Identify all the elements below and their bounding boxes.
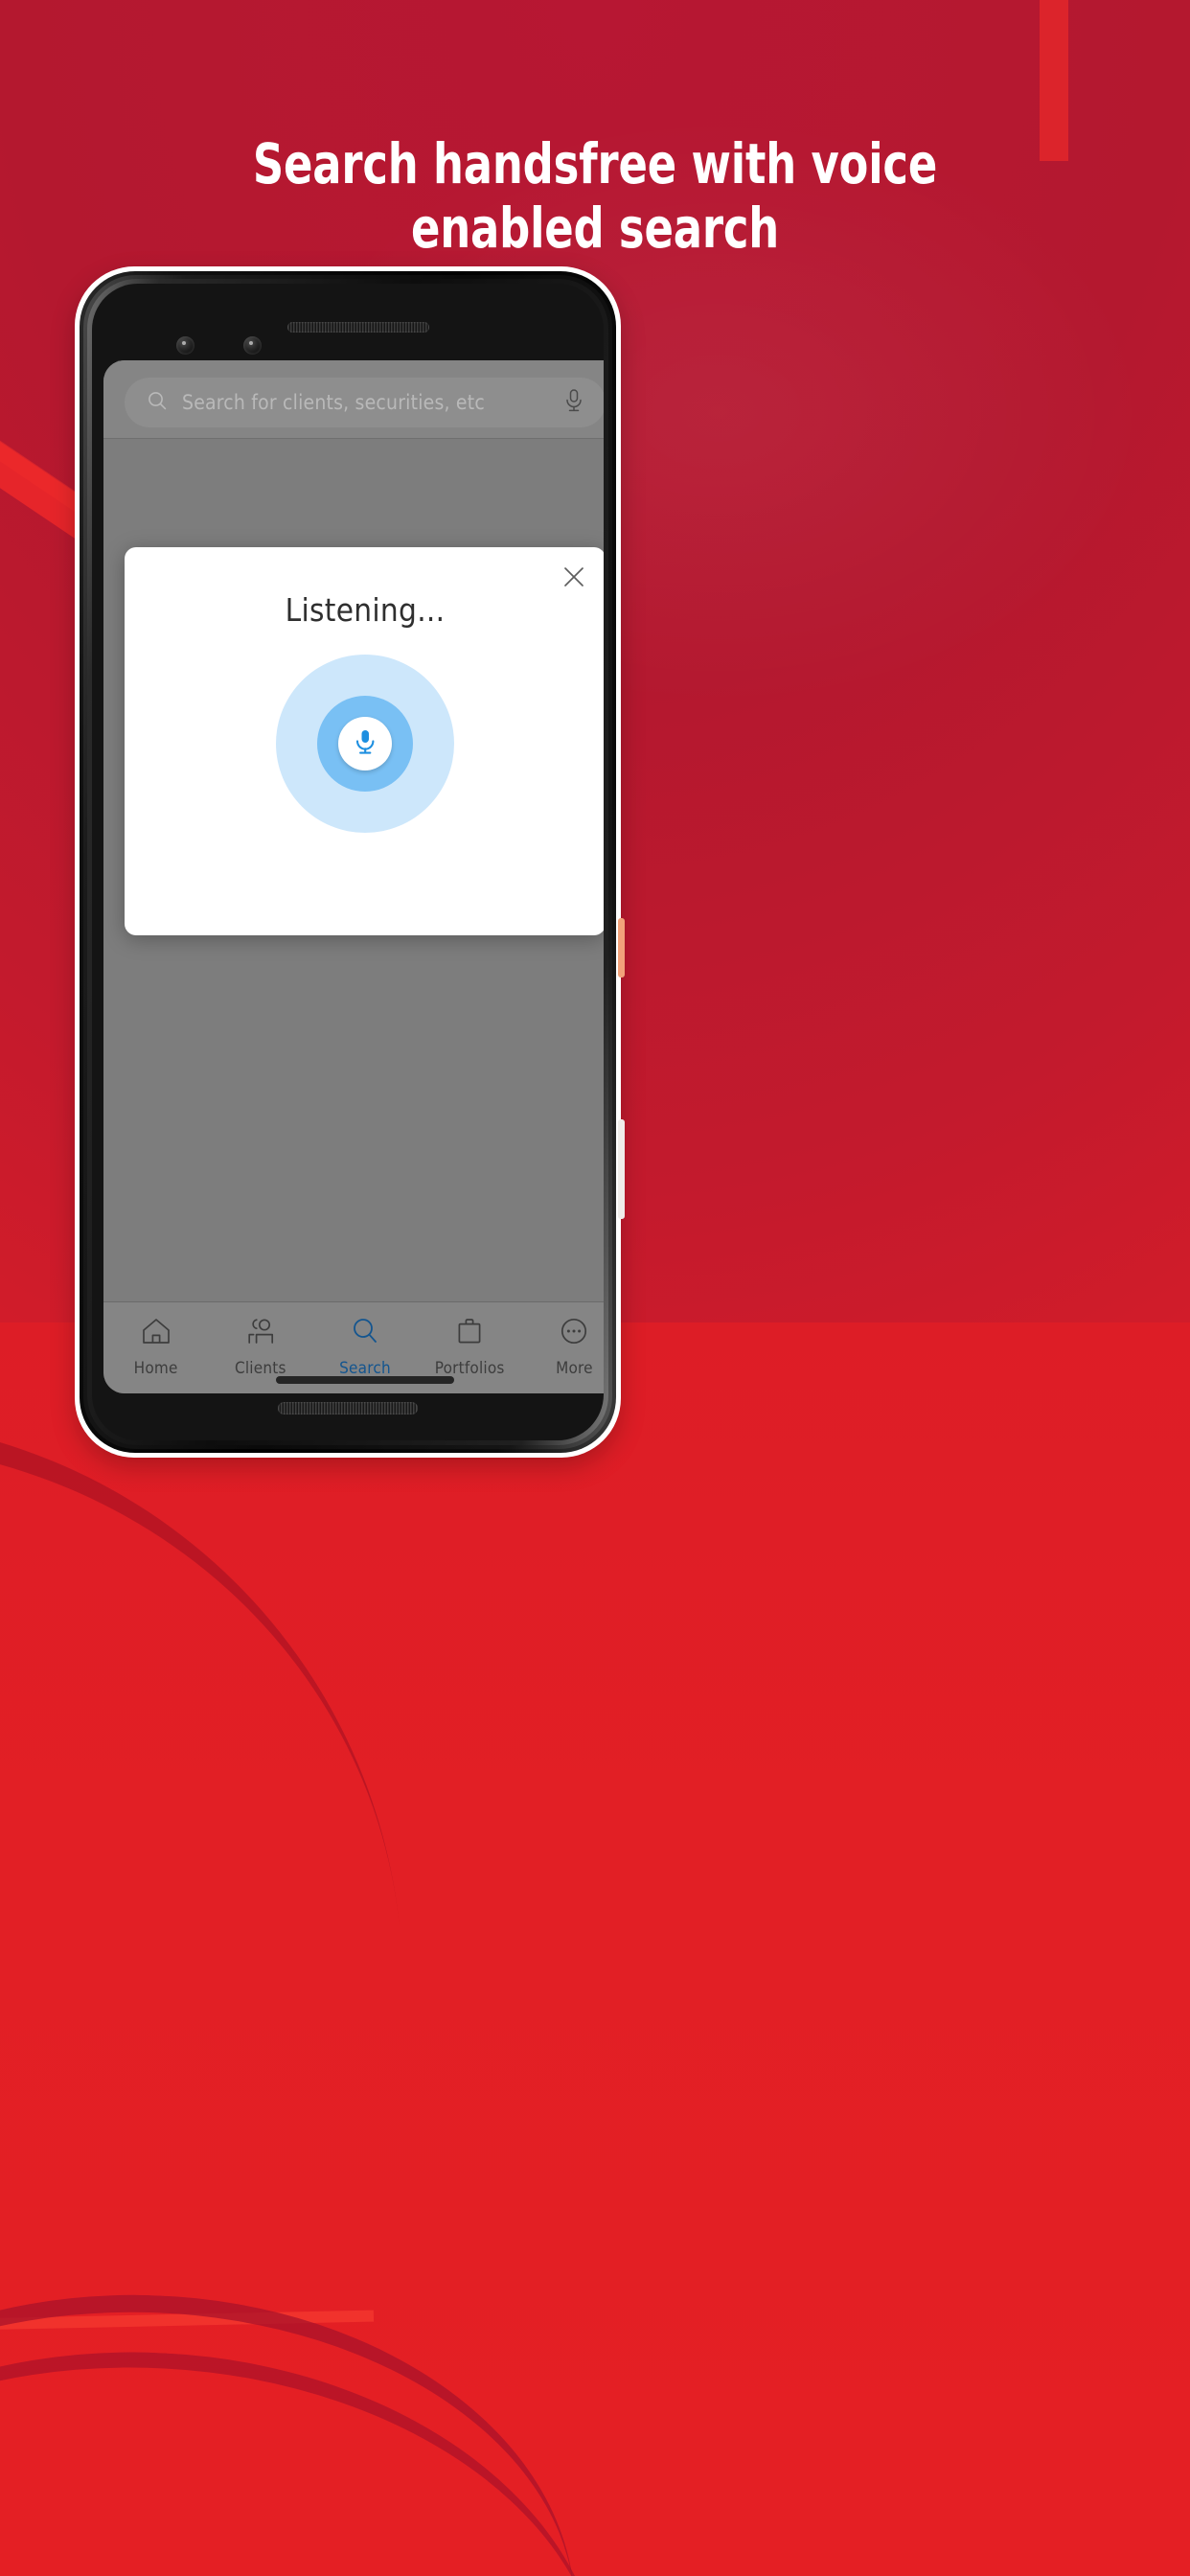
app-header: Search for clients, securities, etc <box>103 360 604 439</box>
ellipsis-icon <box>558 1316 590 1351</box>
nav-label: Home <box>133 1359 178 1378</box>
nav-label: Clients <box>234 1359 286 1378</box>
search-icon <box>349 1316 381 1351</box>
voice-pulse-indicator <box>276 655 454 833</box>
promo-screenshot: Search handsfree with voice enabled sear… <box>0 0 1190 2576</box>
microphone-icon <box>353 727 378 761</box>
nav-label: Search <box>339 1359 391 1378</box>
volume-button[interactable] <box>618 1119 625 1219</box>
phone-bezel-outer: Search for clients, securities, etc List… <box>80 271 616 1453</box>
speaker-grille-icon <box>287 322 429 333</box>
phone-body: Search for clients, securities, etc List… <box>92 284 604 1440</box>
nav-label: Portfolios <box>434 1359 505 1378</box>
nav-item-portfolios[interactable]: Portfolios <box>418 1316 522 1378</box>
camera-sensor-icon <box>243 336 262 355</box>
search-placeholder: Search for clients, securities, etc <box>182 391 485 414</box>
voice-listening-dialog: Listening... <box>125 547 604 935</box>
search-input[interactable]: Search for clients, securities, etc <box>125 378 604 427</box>
phone-bezel-mid: Search for clients, securities, etc List… <box>83 275 612 1449</box>
briefcase-icon <box>453 1316 486 1351</box>
search-icon <box>146 389 169 417</box>
microphone-icon[interactable] <box>563 388 584 418</box>
page-title: Search handsfree with voice enabled sear… <box>83 132 1107 260</box>
headline-line-1: Search handsfree with voice <box>252 131 938 196</box>
camera-sensor-icon <box>176 336 195 355</box>
phone-bezel-inner: Search for clients, securities, etc List… <box>87 279 608 1445</box>
phone-screen: Search for clients, securities, etc List… <box>103 360 604 1393</box>
phone-mockup: Search for clients, securities, etc List… <box>75 266 625 1458</box>
close-icon[interactable] <box>558 561 590 593</box>
headline-line-2: enabled search <box>410 195 780 261</box>
people-icon <box>244 1316 277 1351</box>
speaker-grille-icon <box>278 1402 418 1414</box>
nav-item-home[interactable]: Home <box>103 1316 208 1378</box>
microphone-button[interactable] <box>338 717 392 770</box>
nav-label: More <box>556 1359 593 1378</box>
nav-item-clients[interactable]: Clients <box>208 1316 312 1378</box>
home-icon <box>140 1316 172 1351</box>
power-button[interactable] <box>618 918 625 978</box>
dialog-title: Listening... <box>285 591 446 629</box>
gesture-home-bar[interactable] <box>276 1376 454 1384</box>
nav-item-search[interactable]: Search <box>312 1316 417 1378</box>
nav-item-more[interactable]: More <box>522 1316 604 1378</box>
